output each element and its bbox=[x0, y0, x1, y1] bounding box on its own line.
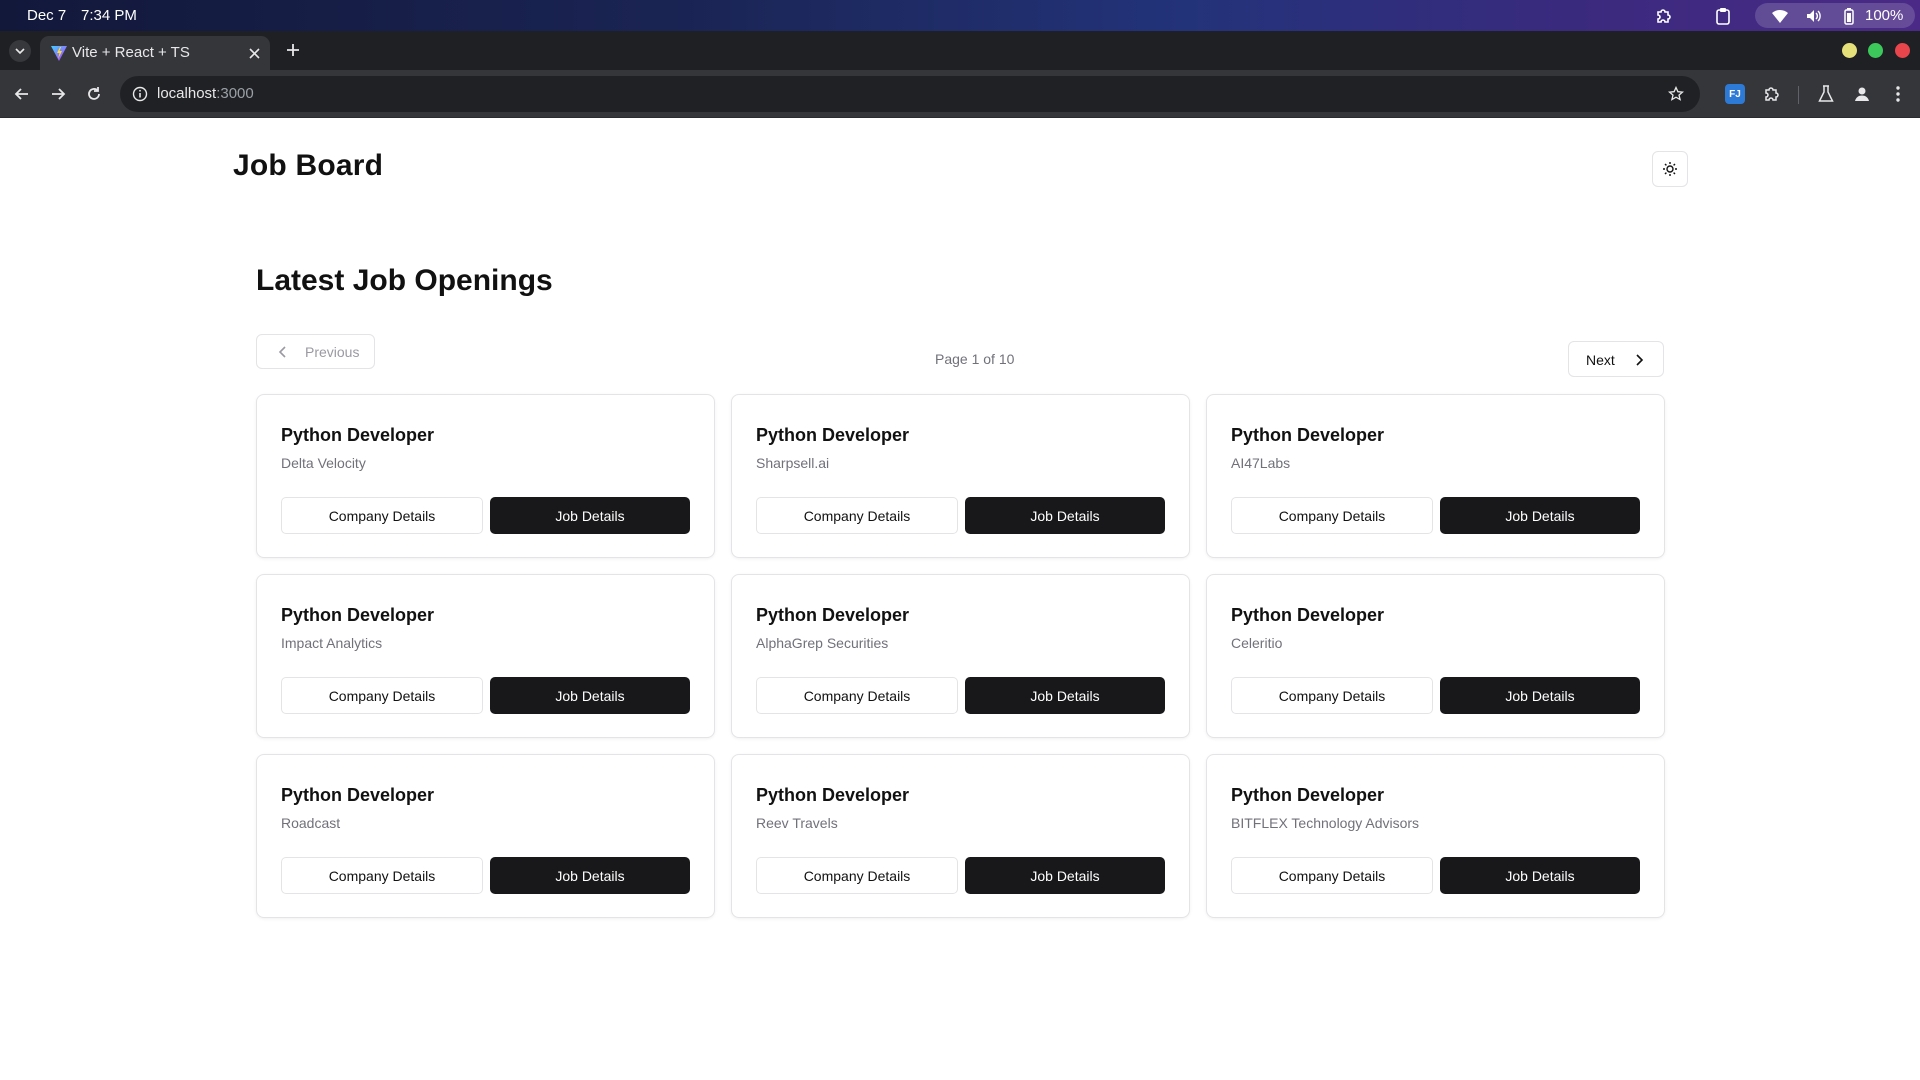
next-label: Next bbox=[1586, 352, 1615, 368]
page-indicator: Page 1 of 10 bbox=[935, 351, 1015, 367]
close-window-button[interactable] bbox=[1895, 43, 1910, 58]
company-name: AlphaGrep Securities bbox=[756, 635, 889, 651]
job-details-button[interactable]: Job Details bbox=[490, 497, 690, 534]
job-grid: Python Developer Delta Velocity Company … bbox=[256, 394, 1665, 918]
company-details-button[interactable]: Company Details bbox=[281, 677, 483, 714]
section-heading: Latest Job Openings bbox=[256, 264, 553, 297]
browser-toolbar: localhost:3000 FJ bbox=[0, 70, 1920, 118]
battery-percentage: 100% bbox=[1865, 7, 1904, 24]
vite-logo-icon bbox=[50, 44, 68, 62]
maximize-window-button[interactable] bbox=[1868, 43, 1883, 58]
job-title: Python Developer bbox=[1231, 785, 1385, 805]
previous-label: Previous bbox=[305, 344, 360, 360]
job-title: Python Developer bbox=[1231, 605, 1385, 625]
back-arrow-icon[interactable] bbox=[12, 84, 32, 104]
company-name: Delta Velocity bbox=[281, 455, 366, 471]
job-title: Python Developer bbox=[756, 425, 910, 445]
chevron-left-icon bbox=[275, 344, 291, 360]
chevron-down-icon bbox=[15, 48, 25, 55]
company-name: Reev Travels bbox=[756, 815, 838, 831]
company-details-button[interactable]: Company Details bbox=[281, 497, 483, 534]
company-details-button[interactable]: Company Details bbox=[756, 857, 958, 894]
page-viewport: Job Board Latest Job Openings Previous P… bbox=[0, 118, 1920, 1080]
volume-icon bbox=[1804, 6, 1824, 26]
tab-active[interactable]: Vite + React + TS bbox=[40, 36, 270, 70]
job-details-button[interactable]: Job Details bbox=[1440, 497, 1640, 534]
site-info-icon[interactable] bbox=[130, 84, 150, 104]
company-name: AI47Labs bbox=[1231, 455, 1291, 471]
bookmark-star-icon[interactable] bbox=[1666, 84, 1686, 104]
job-card: Python Developer BITFLEX Technology Advi… bbox=[1206, 754, 1665, 918]
os-top-bar: Dec 7 7:34 PM 100% bbox=[0, 0, 1920, 31]
job-card: Python Developer AlphaGrep Securities Co… bbox=[731, 574, 1190, 738]
address-bar[interactable]: localhost:3000 bbox=[120, 76, 1700, 112]
company-details-button[interactable]: Company Details bbox=[1231, 677, 1433, 714]
job-card: Python Developer Celeritio Company Detai… bbox=[1206, 574, 1665, 738]
job-title: Python Developer bbox=[281, 605, 435, 625]
job-card: Python Developer Impact Analytics Compan… bbox=[256, 574, 715, 738]
chevron-right-icon bbox=[1631, 352, 1647, 368]
job-details-button[interactable]: Job Details bbox=[490, 677, 690, 714]
next-page-button[interactable]: Next bbox=[1568, 341, 1664, 377]
new-tab-plus-icon[interactable] bbox=[283, 40, 303, 60]
job-details-button[interactable]: Job Details bbox=[965, 497, 1165, 534]
os-clock: 7:34 PM bbox=[81, 7, 137, 24]
job-card: Python Developer Delta Velocity Company … bbox=[256, 394, 715, 558]
company-details-button[interactable]: Company Details bbox=[1231, 497, 1433, 534]
company-name: Celeritio bbox=[1231, 635, 1283, 651]
job-card: Python Developer Sharpsell.ai Company De… bbox=[731, 394, 1190, 558]
extension-puzzle-icon[interactable] bbox=[1654, 6, 1674, 26]
url-port: :3000 bbox=[216, 85, 254, 102]
job-details-button[interactable]: Job Details bbox=[1440, 857, 1640, 894]
job-title: Python Developer bbox=[281, 425, 435, 445]
job-card: Python Developer Reev Travels Company De… bbox=[731, 754, 1190, 918]
url-host: localhost bbox=[157, 85, 217, 102]
job-details-button[interactable]: Job Details bbox=[965, 857, 1165, 894]
browser-tab-strip: Vite + React + TS bbox=[0, 31, 1920, 70]
company-details-button[interactable]: Company Details bbox=[756, 677, 958, 714]
company-name: Impact Analytics bbox=[281, 635, 383, 651]
wifi-icon bbox=[1770, 6, 1790, 26]
extensions-puzzle-icon[interactable] bbox=[1762, 84, 1782, 104]
close-icon[interactable] bbox=[245, 44, 263, 62]
minimize-window-button[interactable] bbox=[1842, 43, 1857, 58]
company-name: BITFLEX Technology Advisors bbox=[1231, 815, 1420, 831]
toolbar-divider bbox=[1798, 86, 1799, 104]
sun-icon bbox=[1663, 162, 1677, 176]
extension-badge-icon[interactable]: FJ bbox=[1725, 84, 1745, 104]
theme-toggle-button[interactable] bbox=[1652, 151, 1688, 187]
profile-avatar-icon[interactable] bbox=[1852, 84, 1872, 104]
job-title: Python Developer bbox=[756, 785, 910, 805]
battery-icon bbox=[1839, 6, 1859, 26]
job-details-button[interactable]: Job Details bbox=[965, 677, 1165, 714]
labs-flask-icon[interactable] bbox=[1816, 84, 1836, 104]
job-details-button[interactable]: Job Details bbox=[490, 857, 690, 894]
job-details-button[interactable]: Job Details bbox=[1440, 677, 1640, 714]
os-date: Dec 7 bbox=[27, 7, 67, 24]
company-name: Roadcast bbox=[281, 815, 341, 831]
job-title: Python Developer bbox=[756, 605, 910, 625]
url-text: localhost:3000 bbox=[157, 85, 254, 102]
job-title: Python Developer bbox=[281, 785, 435, 805]
tab-search-button[interactable] bbox=[9, 40, 31, 62]
company-details-button[interactable]: Company Details bbox=[756, 497, 958, 534]
forward-arrow-icon[interactable] bbox=[48, 84, 68, 104]
company-name: Sharpsell.ai bbox=[756, 455, 830, 471]
company-details-button[interactable]: Company Details bbox=[281, 857, 483, 894]
clipboard-icon[interactable] bbox=[1713, 6, 1733, 26]
job-title: Python Developer bbox=[1231, 425, 1385, 445]
site-title: Job Board bbox=[233, 149, 384, 182]
reload-icon[interactable] bbox=[84, 84, 104, 104]
company-details-button[interactable]: Company Details bbox=[1231, 857, 1433, 894]
previous-page-button[interactable]: Previous bbox=[256, 334, 375, 369]
job-card: Python Developer AI47Labs Company Detail… bbox=[1206, 394, 1665, 558]
kebab-menu-icon[interactable] bbox=[1888, 84, 1908, 104]
job-card: Python Developer Roadcast Company Detail… bbox=[256, 754, 715, 918]
tab-title: Vite + React + TS bbox=[72, 44, 190, 61]
